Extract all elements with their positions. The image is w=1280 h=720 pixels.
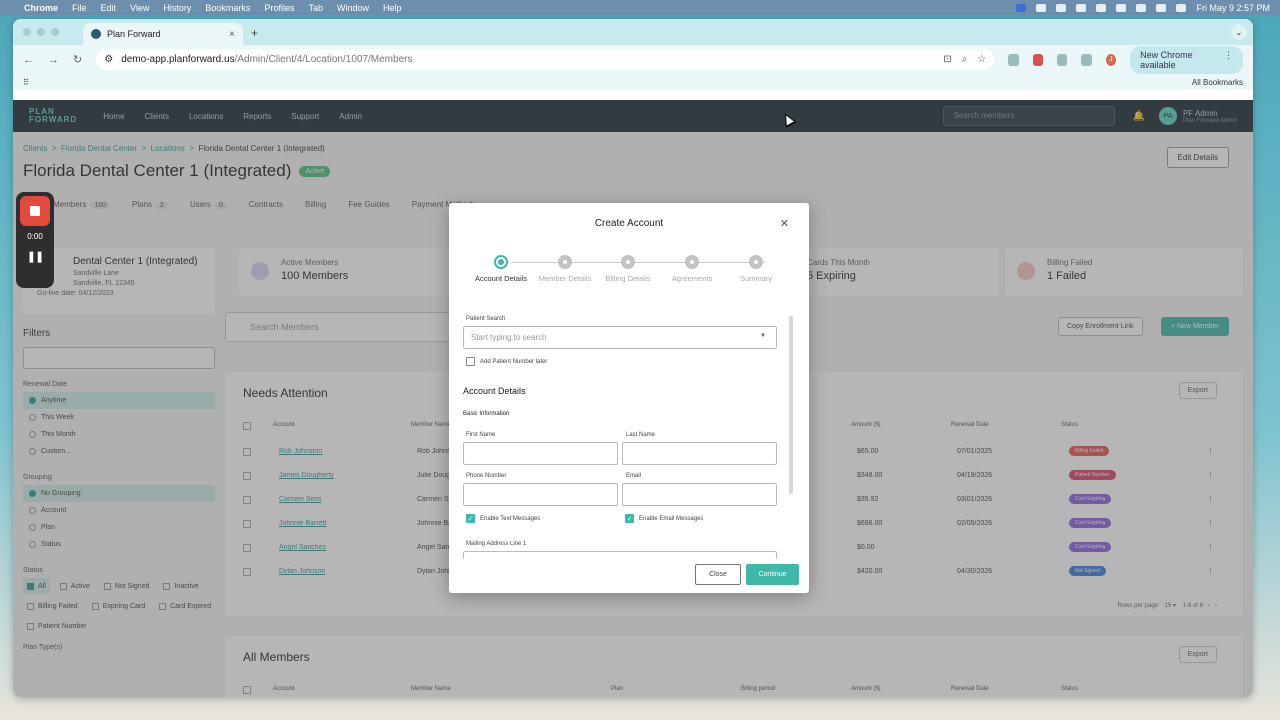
dropdown-caret-icon: ▼ <box>760 333 766 339</box>
step-label: Member Details <box>538 274 592 283</box>
menu-view[interactable]: View <box>130 3 149 13</box>
browser-toolbar: ← → ↻ ⚙ demo-app.planforward.us/Admin/Cl… <box>13 45 1253 74</box>
checkbox-label: Enable Text Messages <box>480 515 541 522</box>
continue-button[interactable]: Continue <box>746 564 799 585</box>
close-tab-icon[interactable]: × <box>229 29 235 40</box>
menu-file[interactable]: File <box>72 3 87 13</box>
email-label: Email <box>626 473 642 479</box>
patient-search-placeholder: Start typing to search <box>471 333 547 342</box>
zoom-lens-icon[interactable]: ⌕ <box>962 54 968 65</box>
screen-record-icon[interactable] <box>1016 3 1027 12</box>
wifi-icon[interactable] <box>1136 3 1147 12</box>
menu-bookmarks[interactable]: Bookmarks <box>205 3 250 13</box>
first-name-label: First Name <box>466 432 496 438</box>
install-icon[interactable]: ⊡ <box>943 54 951 65</box>
settings-icon[interactable] <box>1056 3 1067 12</box>
basic-information-heading: Basic Information <box>463 411 510 417</box>
extension-icon[interactable] <box>1008 53 1019 66</box>
url-path: /Admin/Client/4/Location/1007/Members <box>234 54 413 65</box>
screen-recorder-widget: 0:00 ❚❚ <box>16 192 54 288</box>
step-summary[interactable]: Summary <box>721 255 791 283</box>
last-name-input[interactable] <box>622 442 777 465</box>
zoom-icon[interactable] <box>1036 3 1047 12</box>
dialog-title: Create Account <box>594 218 664 229</box>
phone-label: Phone Number <box>466 473 507 479</box>
checkbox-label: Add Patient Number later <box>480 358 548 365</box>
enable-email-messages-checkbox[interactable]: ✓ Enable Email Messages <box>625 514 703 523</box>
tab-strip: Plan Forward × + ⌄ <box>13 19 1253 45</box>
dialog-body: Patient Search Start typing to search ▼ … <box>463 313 789 559</box>
close-icon[interactable]: ✕ <box>780 217 789 230</box>
window-controls <box>23 28 59 36</box>
battery-icon[interactable] <box>1116 3 1127 12</box>
url-host: demo-app.planforward.us <box>121 54 235 65</box>
reload-icon[interactable]: ↻ <box>73 53 82 66</box>
minimize-window-icon[interactable] <box>37 28 45 36</box>
recording-time: 0:00 <box>27 232 43 241</box>
menu-app-name[interactable]: Chrome <box>24 3 58 13</box>
mailing-address-1-input[interactable] <box>463 551 777 559</box>
first-name-input[interactable] <box>463 442 618 465</box>
step-agreements[interactable]: Agreements <box>657 255 727 283</box>
browser-tab[interactable]: Plan Forward × <box>83 23 243 45</box>
mailing-address-1-label: Mailing Address Line 1 <box>466 541 527 547</box>
step-label: Agreements <box>671 274 713 283</box>
patient-search-input[interactable]: Start typing to search ▼ <box>463 326 777 349</box>
pause-icon[interactable]: ❚❚ <box>27 250 44 263</box>
step-billing-details[interactable]: Billing Details <box>593 255 663 283</box>
menu-help[interactable]: Help <box>383 3 402 13</box>
maximize-window-icon[interactable] <box>51 28 59 36</box>
favicon-icon <box>91 29 101 39</box>
step-label: Account Details <box>474 274 528 283</box>
puzzle-icon[interactable] <box>1056 53 1068 66</box>
menu-history[interactable]: History <box>163 3 191 13</box>
kebab-menu-icon: ⋮ <box>1224 49 1234 60</box>
mac-menu-bar: Chrome File Edit View History Bookmarks … <box>0 0 1280 15</box>
apps-grid-icon[interactable]: ⠿ <box>23 78 29 87</box>
stop-recording-button[interactable] <box>20 196 50 226</box>
stepper: Account Details Member Details Billing D… <box>469 255 789 295</box>
new-chrome-available-button[interactable]: New Chrome available ⋮ <box>1130 45 1244 74</box>
download-icon[interactable] <box>1081 53 1092 66</box>
checkbox-label: Enable Email Messages <box>639 515 704 522</box>
menu-tab[interactable]: Tab <box>308 3 323 13</box>
tab-title: Plan Forward <box>107 29 161 39</box>
last-name-label: Last Name <box>626 432 656 438</box>
account-details-heading: Account Details <box>463 386 526 396</box>
menu-profiles[interactable]: Profiles <box>264 3 294 13</box>
menu-edit[interactable]: Edit <box>101 3 117 13</box>
new-chrome-label: New Chrome available <box>1140 49 1193 70</box>
search-icon[interactable] <box>1156 3 1167 12</box>
step-account-details[interactable]: Account Details <box>466 255 536 283</box>
step-label: Billing Details <box>605 274 651 283</box>
address-bar[interactable]: ⚙ demo-app.planforward.us/Admin/Client/4… <box>96 49 995 70</box>
phone-input[interactable] <box>463 483 618 506</box>
close-button[interactable]: Close <box>695 564 741 585</box>
profile-avatar[interactable]: J <box>1105 53 1117 66</box>
patient-search-label: Patient Search <box>466 316 506 322</box>
tab-search-icon[interactable]: ⌄ <box>1231 24 1247 40</box>
email-input[interactable] <box>622 483 777 506</box>
bookmark-star-icon[interactable]: ☆ <box>977 54 986 65</box>
add-patient-later-checkbox[interactable]: Add Patient Number later <box>466 357 547 366</box>
step-label: Summary <box>739 274 773 283</box>
pdf-extension-icon[interactable] <box>1032 53 1043 66</box>
enable-text-messages-checkbox[interactable]: ✓ Enable Text Messages <box>466 514 540 523</box>
site-info-icon[interactable]: ⚙ <box>104 54 113 65</box>
create-account-dialog: Create Account ✕ Account Details Member … <box>449 203 809 593</box>
back-icon[interactable]: ← <box>23 54 34 66</box>
step-member-details[interactable]: Member Details <box>530 255 600 283</box>
forward-icon[interactable]: → <box>48 54 59 66</box>
all-bookmarks[interactable]: All Bookmarks <box>1192 78 1243 87</box>
globe-icon[interactable] <box>1096 3 1107 12</box>
bookmarks-bar: ⠿ All Bookmarks <box>13 74 1253 90</box>
control-center-icon[interactable] <box>1176 3 1187 12</box>
cloud-icon[interactable] <box>1076 3 1087 12</box>
menu-window[interactable]: Window <box>337 3 369 13</box>
close-window-icon[interactable] <box>23 28 31 36</box>
clock[interactable]: Fri May 9 2:57 PM <box>1196 3 1270 13</box>
dialog-scrollbar[interactable] <box>789 316 793 494</box>
new-tab-icon[interactable]: + <box>251 26 258 40</box>
